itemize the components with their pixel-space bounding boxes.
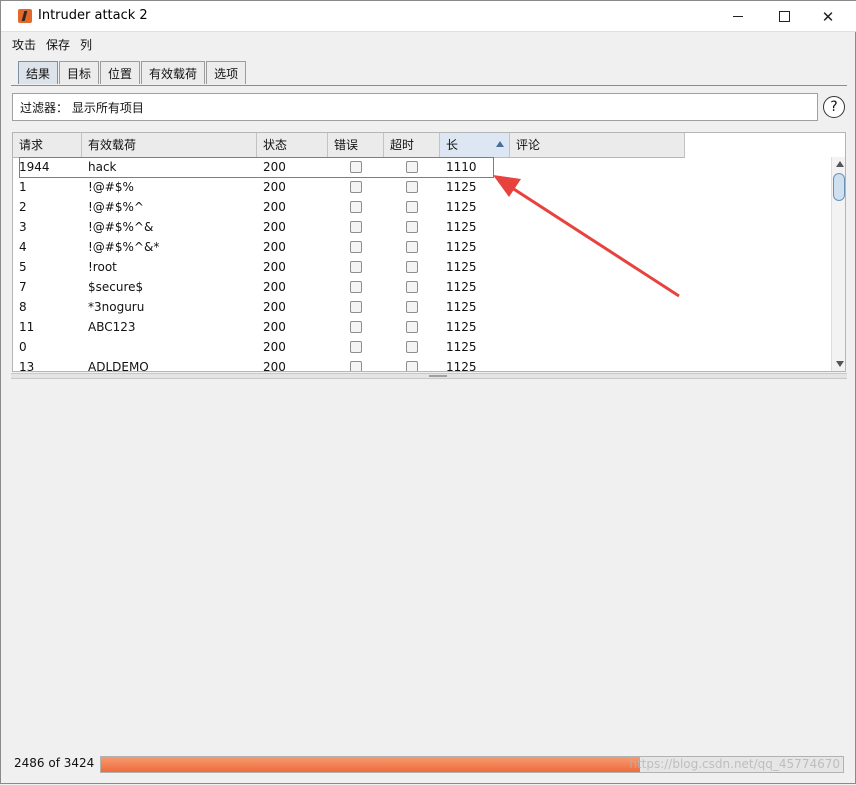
annotation-arrow-head	[493, 175, 521, 197]
request-count: 2486 of 3424	[14, 756, 95, 770]
attack-progress-bar: https://blog.csdn.net/qq_45774670	[100, 756, 844, 773]
annotation-arrow-line	[505, 182, 680, 298]
detail-pane	[11, 379, 847, 744]
watermark-text: https://blog.csdn.net/qq_45774670	[629, 757, 840, 771]
splitter-grip	[429, 375, 447, 377]
intruder-window: Intruder attack 2 ✕ 攻击 保存 列 结果 目标 位置 有效载…	[0, 0, 856, 784]
progress-fill	[101, 757, 640, 772]
